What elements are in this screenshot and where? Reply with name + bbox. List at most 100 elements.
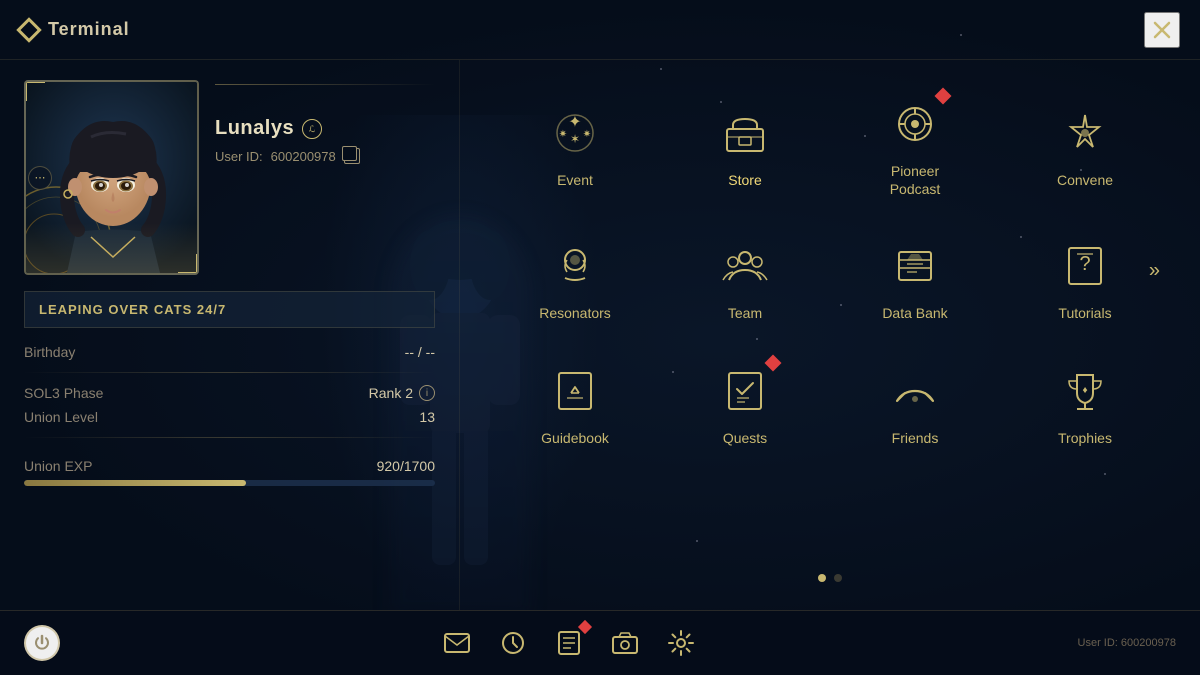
- menu-icon-trophies: ♦: [1057, 363, 1113, 419]
- power-button[interactable]: [24, 625, 60, 661]
- sol3-info-button[interactable]: i: [419, 385, 435, 401]
- exp-section: Union EXP 920/1700: [24, 458, 435, 486]
- name-badge-button[interactable]: ℒ: [302, 119, 322, 139]
- settings-icon: [665, 627, 697, 659]
- menu-item-quests[interactable]: Quests: [660, 347, 830, 463]
- settings-button[interactable]: [665, 627, 697, 659]
- menu-item-store[interactable]: Store: [660, 80, 830, 214]
- avatar-corner-br: [178, 254, 198, 274]
- menu-item-convene[interactable]: Convene: [1000, 80, 1170, 214]
- guild-name: LEAPING OVER CATS 24/7: [39, 302, 226, 317]
- svg-text:♦: ♦: [1082, 385, 1087, 396]
- menu-item-event[interactable]: ✦✶✷ ✷ Event: [490, 80, 660, 214]
- mail-icon: [441, 627, 473, 659]
- menu-icon-data-bank: [887, 238, 943, 294]
- page-dot-1[interactable]: [818, 574, 826, 582]
- menu-label-friends: Friends: [892, 429, 939, 447]
- copy-userid-button[interactable]: [344, 148, 360, 164]
- menu-icon-team: [717, 238, 773, 294]
- bottom-icons: [441, 627, 697, 659]
- power-icon: [33, 634, 51, 652]
- badge-icon: ℒ: [306, 123, 318, 135]
- left-panel: ⋯ Lunalys ℒ User ID:: [0, 60, 460, 610]
- notes-svg: [557, 630, 581, 656]
- sol3-value-container: Rank 2 i: [369, 385, 435, 401]
- clock-svg: [500, 630, 526, 656]
- menu-label-convene: Convene: [1057, 171, 1113, 189]
- sol3-label: SOL3 Phase: [24, 385, 103, 401]
- menu-item-team[interactable]: Team: [660, 222, 830, 338]
- union-level-row: Union Level 13: [24, 409, 435, 425]
- profile-info: Lunalys ℒ User ID: 600200978: [215, 80, 435, 164]
- pagination: [490, 566, 1170, 590]
- menu-icon-store: [717, 105, 773, 161]
- menu-item-data-bank[interactable]: Data Bank: [830, 222, 1000, 338]
- menu-icon-friends: [887, 363, 943, 419]
- menu-item-trophies[interactable]: ♦Trophies: [1000, 347, 1170, 463]
- page-dot-2[interactable]: [834, 574, 842, 582]
- menu-label-team: Team: [728, 304, 762, 322]
- menu-item-resonators[interactable]: Resonators: [490, 222, 660, 338]
- camera-button[interactable]: [609, 627, 641, 659]
- menu-label-pioneer-podcast: Pioneer Podcast: [890, 162, 941, 198]
- terminal-label: Terminal: [48, 19, 130, 40]
- bottom-userid: User ID: 600200978: [1078, 637, 1176, 649]
- right-panel: ✦✶✷ ✷ Event Store Pioneer Podcast Convene Reso…: [460, 60, 1200, 610]
- menu-icon-quests: [717, 363, 773, 419]
- birthday-row: Birthday -- / --: [24, 344, 435, 360]
- menu-item-guidebook[interactable]: Guidebook: [490, 347, 660, 463]
- profile-section: ⋯ Lunalys ℒ User ID:: [24, 80, 435, 275]
- name-divider: [215, 84, 435, 85]
- player-name: Lunalys: [215, 117, 294, 140]
- menu-label-resonators: Resonators: [539, 304, 611, 322]
- more-arrow-button[interactable]: »: [1149, 260, 1160, 283]
- menu-icon-resonators: [547, 238, 603, 294]
- exp-bar-background: [24, 480, 435, 486]
- menu-label-tutorials: Tutorials: [1058, 304, 1111, 322]
- exp-label: Union EXP: [24, 458, 92, 474]
- exp-bar-fill: [24, 480, 246, 486]
- userid-value: 600200978: [271, 149, 336, 164]
- menu-label-data-bank: Data Bank: [882, 304, 947, 322]
- menu-icon-tutorials: ?: [1057, 238, 1113, 294]
- svg-text:?: ?: [1079, 253, 1090, 275]
- avatar-container: ⋯: [24, 80, 199, 275]
- sol3-value: Rank 2: [369, 385, 413, 401]
- menu-label-guidebook: Guidebook: [541, 429, 609, 447]
- content-area: ⋯ Lunalys ℒ User ID:: [0, 60, 1200, 610]
- userid-row: User ID: 600200978: [215, 148, 435, 164]
- guild-banner: LEAPING OVER CATS 24/7: [24, 291, 435, 328]
- mail-button[interactable]: [441, 627, 473, 659]
- userid-label: User ID:: [215, 149, 263, 164]
- menu-icon-event: ✦✶✷ ✷: [547, 105, 603, 161]
- menu-label-quests: Quests: [723, 429, 767, 447]
- clock-button[interactable]: [497, 627, 529, 659]
- camera-svg: [611, 631, 639, 655]
- union-level-label: Union Level: [24, 409, 98, 425]
- svg-text:✷: ✷: [559, 129, 567, 140]
- name-row: Lunalys ℒ: [215, 97, 435, 140]
- mail-svg: [443, 632, 471, 654]
- avatar-corner-tl: [25, 81, 45, 101]
- stat-divider-1: [24, 372, 435, 373]
- close-button[interactable]: [1144, 12, 1180, 48]
- terminal-icon: [16, 17, 41, 42]
- svg-text:✶: ✶: [570, 132, 580, 146]
- birthday-value: -- / --: [405, 344, 435, 360]
- svg-text:ℒ: ℒ: [309, 124, 316, 134]
- menu-item-friends[interactable]: Friends: [830, 347, 1000, 463]
- notes-icon: [553, 627, 585, 659]
- clock-icon: [497, 627, 529, 659]
- menu-item-pioneer-podcast[interactable]: Pioneer Podcast: [830, 80, 1000, 214]
- svg-text:✦: ✦: [568, 114, 581, 131]
- avatar-menu-button[interactable]: ⋯: [28, 166, 52, 190]
- svg-text:✷: ✷: [583, 129, 591, 140]
- exp-header: Union EXP 920/1700: [24, 458, 435, 474]
- main-container: Terminal: [0, 0, 1200, 675]
- menu-item-tutorials[interactable]: ? Tutorials: [1000, 222, 1170, 338]
- menu-icon-convene: [1057, 105, 1113, 161]
- notes-button[interactable]: [553, 627, 585, 659]
- menu-label-event: Event: [557, 171, 593, 189]
- union-level-value: 13: [419, 409, 435, 425]
- stats-section: Birthday -- / -- SOL3 Phase Rank 2 i Uni…: [24, 344, 435, 442]
